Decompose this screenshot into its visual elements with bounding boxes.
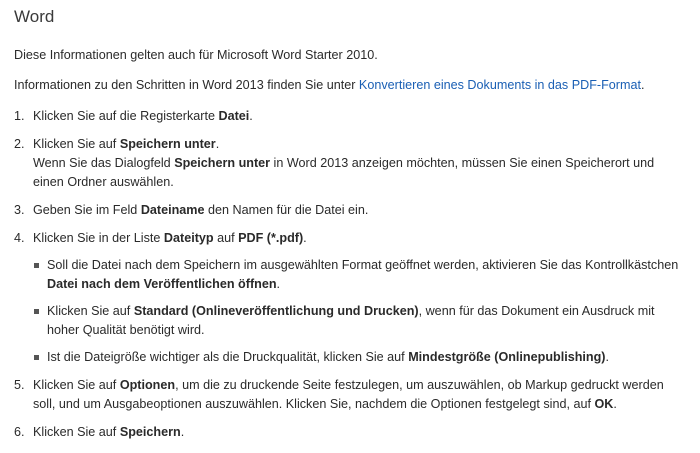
page-title: Word [14,7,55,26]
bullet-ui-term: Mindestgröße (Onlinepublishing) [408,350,606,364]
step-ui-term: Datei [218,109,250,123]
bullet-ui-term: Standard (Onlineveröffentlichung und Dru… [133,304,419,318]
bullet-text: . [276,277,281,291]
list-item: Ist die Dateigröße wichtiger als die Dru… [33,348,686,367]
step-2: 2. Klicken Sie auf Speichern unter. Wenn … [14,135,686,192]
convert-to-pdf-link[interactable]: Konvertieren eines Dokuments in das PDF-… [359,78,641,92]
step-4: 4. Klicken Sie in der Liste Dateityp auf … [14,229,686,367]
step-text: . [613,397,617,411]
bullet-icon [34,309,39,314]
step-text: . [249,109,253,123]
step-number: 5. [14,378,25,392]
step-text: auf [213,231,239,245]
step-ui-term: Speichern [119,425,181,439]
step-ui-term: Optionen [119,378,176,392]
step-number: 2. [14,137,25,151]
bullet-text: Klicken Sie auf [47,304,134,318]
step-6: 6. Klicken Sie auf Speichern. [14,423,686,442]
word-2013-note-prefix: Informationen zu den Schritten in Word 2… [14,78,359,92]
word-2013-note: Informationen zu den Schritten in Word 2… [14,77,686,94]
step-text: . [180,425,185,439]
step-number: 3. [14,203,25,217]
word-2013-note-suffix: . [641,78,645,92]
step-1: 1. Klicken Sie auf die Registerkarte Date… [14,107,686,126]
step-ui-term: Dateiname [140,203,205,217]
step-number: 1. [14,109,25,123]
step-4-options-list: Soll die Datei nach dem Speichern im aus… [33,256,686,367]
step-text: Klicken Sie auf [33,425,120,439]
step-text: . [303,231,307,245]
step-text: . [215,137,220,151]
step-number: 4. [14,231,25,245]
step-3: 3. Geben Sie im Feld Dateiname den Namen … [14,201,686,220]
step-ui-term: Dateityp [163,231,214,245]
step-text: Geben Sie im Feld [33,203,141,217]
step-text: Klicken Sie auf [33,137,120,151]
list-item: Klicken Sie auf Standard (Onlineveröffen… [33,302,686,340]
list-item: Soll die Datei nach dem Speichern im aus… [33,256,686,294]
step-number: 6. [14,425,25,439]
step-text: Klicken Sie auf [33,378,120,392]
bullet-icon [34,263,39,268]
step-ui-term: OK [594,397,614,411]
help-article: Word Diese Informationen gelten auch für… [0,0,700,453]
step-text: den Namen für die Datei ein. [204,203,369,217]
step-subtext: Wenn Sie das Dialogfeld [33,156,175,170]
bullet-text: . [605,350,609,364]
bullet-text: Soll die Datei nach dem Speichern im aus… [47,258,679,272]
step-text: Klicken Sie in der Liste [33,231,164,245]
bullet-ui-term: Datei nach dem Veröffentlichen öffnen [47,277,277,291]
step-text: Klicken Sie auf die Registerkarte [33,109,219,123]
step-ui-term: Speichern unter [119,137,216,151]
bullet-text: Ist die Dateigröße wichtiger als die Dru… [47,350,409,364]
step-ui-term: PDF (*.pdf) [238,231,304,245]
applies-to-note: Diese Informationen gelten auch für Micr… [14,48,378,62]
step-5: 5. Klicken Sie auf Optionen, um die zu dr… [14,376,686,414]
step-ui-term: Speichern unter [174,156,271,170]
bullet-icon [34,355,39,360]
steps-list: 1. Klicken Sie auf die Registerkarte Date… [14,107,686,442]
